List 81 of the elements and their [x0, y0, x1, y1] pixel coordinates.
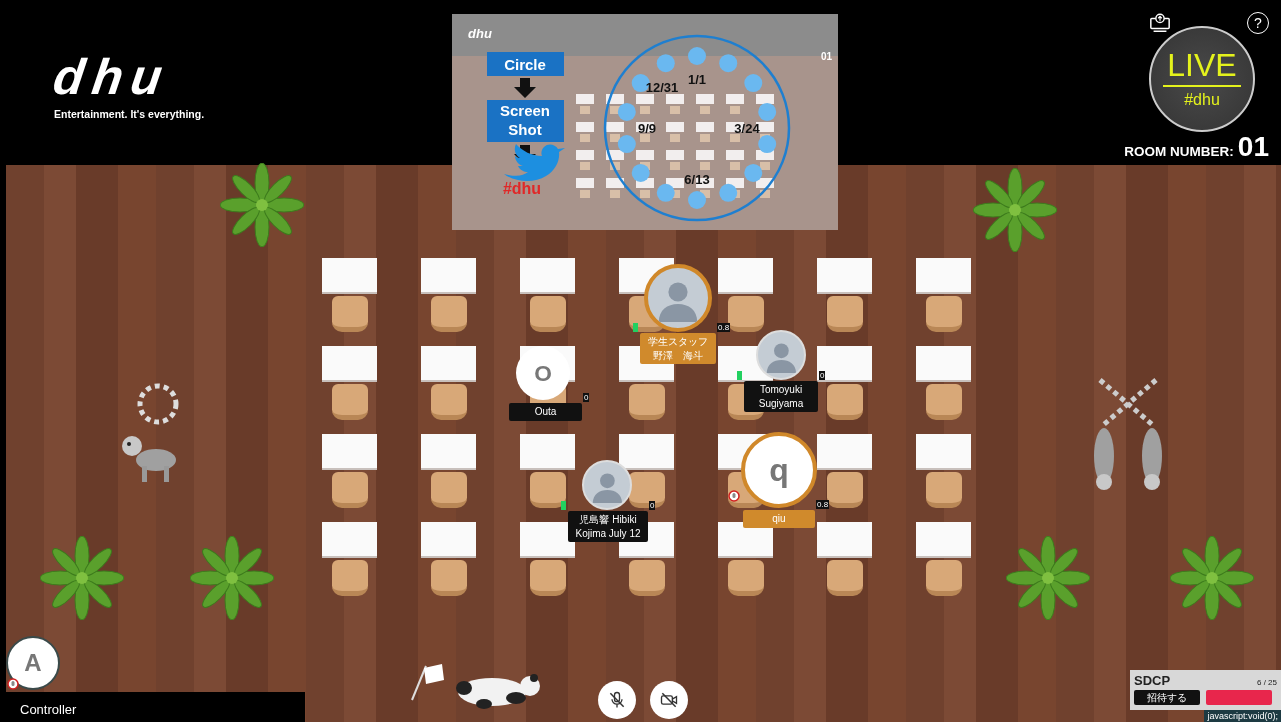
- date-label: 12/31: [645, 80, 679, 95]
- volume-reading: 0: [819, 371, 826, 380]
- chair: [628, 384, 665, 420]
- chair: [529, 560, 566, 596]
- desk: [817, 346, 872, 380]
- desk: [421, 434, 476, 468]
- desk: [421, 522, 476, 556]
- participant-name: qiu: [743, 510, 815, 528]
- desk: [619, 434, 674, 468]
- participant-name: Tomoyuki Sugiyama: [744, 381, 818, 412]
- room-number: 01: [1237, 133, 1269, 161]
- desk: [322, 258, 377, 292]
- invite-button[interactable]: 招待する: [1134, 690, 1200, 705]
- chair: [826, 560, 863, 596]
- shared-hashtag: #dhu: [502, 180, 542, 197]
- screen-shot-step: Screen Shot: [487, 100, 564, 142]
- down-arrow-icon: [514, 78, 536, 98]
- desk: [322, 522, 377, 556]
- chair: [826, 384, 863, 420]
- chair: [925, 296, 962, 332]
- date-label: 3/24: [734, 121, 760, 136]
- room-title: SDCP: [1134, 673, 1171, 688]
- chair: [727, 296, 764, 332]
- shared-logo: dhu: [468, 26, 492, 41]
- desk: [322, 346, 377, 380]
- date-label: 9/9: [637, 121, 657, 136]
- chair: [925, 384, 962, 420]
- tagline: Entertainment. It's everything.: [54, 108, 205, 120]
- circle-step: Circle: [487, 52, 564, 76]
- desk: [916, 434, 971, 468]
- chair: [331, 560, 368, 596]
- desk: [916, 258, 971, 292]
- microphone-icon: [607, 690, 627, 710]
- desk: [421, 346, 476, 380]
- participant-name: 学生スタッフ 野澤 海斗: [640, 333, 716, 364]
- desk: [520, 522, 575, 556]
- chair: [331, 296, 368, 332]
- chair: [331, 472, 368, 508]
- chair: [430, 472, 467, 508]
- desk: [520, 434, 575, 468]
- desk: [817, 258, 872, 292]
- date-label: 1/1: [687, 72, 707, 87]
- shared-room-number: 01: [820, 51, 832, 62]
- bird-icon: [504, 144, 565, 182]
- chair: [925, 472, 962, 508]
- chair: [430, 296, 467, 332]
- desk: [817, 434, 872, 468]
- desk: [520, 258, 575, 292]
- participant-count: 6 / 25: [1257, 678, 1277, 687]
- volume-reading: 0: [583, 393, 590, 402]
- live-title: LIVE: [1163, 49, 1241, 87]
- room-number-label: ROOM NUMBER:: [1124, 144, 1234, 159]
- chair: [826, 296, 863, 332]
- logo: dhu: [50, 52, 175, 102]
- chair: [826, 472, 863, 508]
- chair: [430, 560, 467, 596]
- participant-name: Outa: [509, 403, 582, 421]
- chair: [727, 560, 764, 596]
- chair: [331, 384, 368, 420]
- desk: [916, 346, 971, 380]
- desk: [718, 258, 773, 292]
- desk: [817, 522, 872, 556]
- screen-share-icon[interactable]: [1149, 13, 1171, 33]
- chair: [430, 384, 467, 420]
- controller-label: Controller: [6, 692, 305, 722]
- volume-reading: 0.8: [717, 323, 731, 332]
- chair: [628, 560, 665, 596]
- video-camera-icon: [659, 690, 679, 710]
- chair: [529, 296, 566, 332]
- chair: [925, 560, 962, 596]
- live-hashtag: #dhu: [1184, 91, 1220, 109]
- volume-reading: 0: [649, 501, 656, 510]
- volume-reading: 0.8: [816, 500, 830, 509]
- chair: [529, 472, 566, 508]
- desk: [916, 522, 971, 556]
- participant-name: 児島響 Hibiki Kojima July 12: [568, 511, 648, 542]
- desk: [718, 522, 773, 556]
- date-label: 6/13: [684, 172, 710, 187]
- desk: [322, 434, 377, 468]
- live-badge[interactable]: LIVE #dhu: [1149, 26, 1255, 132]
- desk: [421, 258, 476, 292]
